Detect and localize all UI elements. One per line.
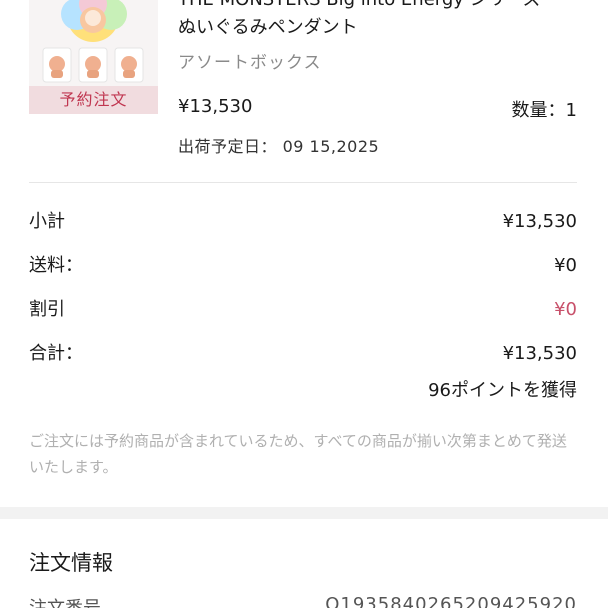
shipping-label: 送料：	[29, 255, 83, 276]
product-card[interactable]: 予約注文 THE MONSTERS Big into Energy シリーズ ぬ…	[0, 0, 608, 182]
product-title[interactable]: THE MONSTERS Big into Energy シリーズ ぬいぐるみペ…	[178, 0, 598, 42]
product-variant: アソートボックス	[178, 53, 322, 73]
divider	[29, 182, 577, 183]
order-info-heading: 注文情報	[29, 551, 113, 575]
total-label: 合計：	[29, 343, 83, 364]
shipping-note: ご注文には予約商品が含まれているため、すべての商品が揃い次第まとめて発送いたしま…	[29, 432, 567, 476]
discount-row: 割引 ¥0	[29, 297, 577, 323]
quantity-value: 1	[565, 100, 577, 121]
order-number-label: 注文番号	[29, 594, 101, 608]
discount-label: 割引	[29, 299, 65, 320]
product-price: ¥13,530	[178, 96, 253, 117]
order-number-value[interactable]: O19358402652094259​20	[325, 594, 577, 608]
preorder-badge: 予約注文	[29, 86, 158, 114]
product-quantity: 数量：1	[512, 96, 577, 122]
points-earned: 96ポイントを獲得	[428, 380, 577, 401]
product-title-line-1: THE MONSTERS Big into Energy シリーズ	[178, 0, 598, 14]
product-title-line-2: ぬいぐるみペンダント	[178, 17, 358, 38]
subtotal-label: 小計	[29, 211, 65, 232]
product-thumbnail[interactable]: 予約注文	[29, 0, 158, 114]
ship-date-value: 09 15,2025	[282, 137, 380, 156]
subtotal-row: 小計 ¥13,530	[29, 209, 577, 235]
order-number-row: 注文番号 O19358402652094259​20	[29, 594, 577, 608]
shipping-value: ¥0	[554, 255, 577, 276]
ship-date: 出荷予定日： 09 15,2025	[178, 133, 379, 157]
discount-value: ¥0	[554, 299, 577, 320]
section-separator	[0, 507, 608, 519]
subtotal-value: ¥13,530	[502, 211, 577, 232]
total-value: ¥13,530	[502, 343, 577, 364]
product-image	[29, 0, 158, 86]
shipping-row: 送料： ¥0	[29, 253, 577, 279]
quantity-label: 数量：	[511, 100, 566, 121]
order-confirmation-page: 予約注文 THE MONSTERS Big into Energy シリーズ ぬ…	[0, 0, 608, 608]
total-row: 合計： ¥13,530	[29, 341, 577, 367]
ship-date-label: 出荷予定日：	[178, 137, 278, 156]
